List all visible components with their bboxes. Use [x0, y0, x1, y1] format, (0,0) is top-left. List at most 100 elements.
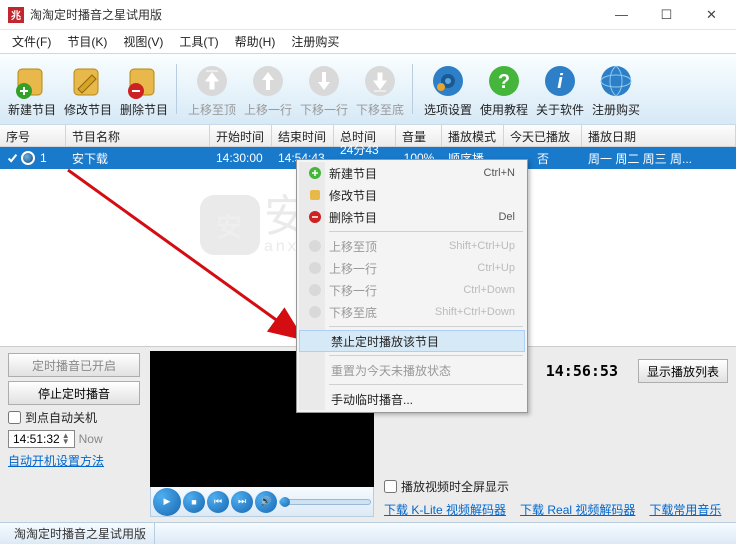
- mute-button[interactable]: 🔊: [255, 491, 277, 513]
- col-today[interactable]: 今天已播放: [504, 125, 582, 146]
- fullscreen-checkbox[interactable]: [384, 480, 397, 493]
- ctx-move-top[interactable]: 上移至顶Shift+Ctrl+Up: [299, 235, 525, 257]
- maximize-button[interactable]: ☐: [644, 1, 689, 29]
- col-start[interactable]: 开始时间: [210, 125, 272, 146]
- close-button[interactable]: ✕: [689, 1, 734, 29]
- register-button[interactable]: 注册购买: [588, 58, 644, 120]
- globe-icon: [598, 63, 634, 99]
- stop-button[interactable]: ■: [183, 491, 205, 513]
- svg-text:i: i: [557, 71, 563, 93]
- col-name[interactable]: 节目名称: [66, 125, 210, 146]
- col-vol[interactable]: 音量: [396, 125, 442, 146]
- context-separator: [329, 355, 523, 356]
- window-controls: — ☐ ✕: [599, 1, 734, 29]
- ctx-move-up[interactable]: 上移一行Ctrl+Up: [299, 257, 525, 279]
- help-icon: ?: [486, 63, 522, 99]
- options-button[interactable]: 选项设置: [420, 58, 476, 120]
- move-top-label: 上移至顶: [188, 101, 236, 118]
- tutorial-label: 使用教程: [480, 101, 528, 118]
- edit-program-label: 修改节目: [64, 101, 112, 118]
- row-checkbox[interactable]: [6, 152, 19, 165]
- auto-start-link[interactable]: 自动开机设置方法: [8, 452, 140, 469]
- ctx-move-bottom[interactable]: 下移至底Shift+Ctrl+Down: [299, 301, 525, 323]
- left-controls: 定时播音已开启 停止定时播音 到点自动关机 14:51:32 ▲▼ Now 自动…: [0, 347, 148, 522]
- menu-bar: 文件(F) 节目(K) 视图(V) 工具(T) 帮助(H) 注册购买: [0, 30, 736, 53]
- menu-file[interactable]: 文件(F): [4, 31, 59, 52]
- shutdown-time-spinner[interactable]: 14:51:32 ▲▼: [8, 430, 75, 448]
- arrow-down-icon: [306, 63, 342, 99]
- ctx-manual-play[interactable]: 手动临时播音...: [299, 388, 525, 410]
- context-separator: [329, 231, 523, 232]
- arrow-up-icon: [250, 63, 286, 99]
- move-top-button[interactable]: 上移至顶: [184, 58, 240, 120]
- auto-shutdown-label: 到点自动关机: [25, 409, 97, 426]
- ctx-new-program[interactable]: 新建节目Ctrl+N: [299, 162, 525, 184]
- music-link[interactable]: 下载常用音乐: [649, 501, 721, 518]
- menu-register[interactable]: 注册购买: [283, 31, 347, 52]
- window-title: 淘淘定时播音之星试用版: [30, 6, 599, 23]
- add-icon: [307, 165, 323, 181]
- title-bar: 兆 淘淘定时播音之星试用版 — ☐ ✕: [0, 0, 736, 30]
- new-program-button[interactable]: 新建节目: [4, 58, 60, 120]
- add-icon: [14, 63, 50, 99]
- menu-help[interactable]: 帮助(H): [227, 31, 284, 52]
- auto-shutdown-checkbox[interactable]: [8, 411, 21, 424]
- ctx-move-down[interactable]: 下移一行Ctrl+Down: [299, 279, 525, 301]
- delete-program-button[interactable]: 删除节目: [116, 58, 172, 120]
- delete-program-label: 删除节目: [120, 101, 168, 118]
- seek-thumb-icon[interactable]: [280, 497, 290, 507]
- cell-seq: 1: [40, 151, 47, 165]
- player-controls: ▶ ■ ⏮ ⏭ 🔊: [150, 487, 374, 517]
- play-indicator-icon: [21, 151, 35, 165]
- arrow-bottom-icon: [362, 63, 398, 99]
- real-link[interactable]: 下载 Real 视频解码器: [520, 501, 635, 518]
- minimize-button[interactable]: —: [599, 1, 644, 29]
- arrow-top-icon: [307, 238, 323, 254]
- cell-name: 安下载: [66, 150, 210, 167]
- move-bottom-button[interactable]: 下移至底: [352, 58, 408, 120]
- seek-bar[interactable]: [279, 499, 371, 505]
- status-text: 淘淘定时播音之星试用版: [6, 523, 155, 544]
- toolbar-separator: [412, 64, 416, 114]
- context-menu: 新建节目Ctrl+N 修改节目 删除节目Del 上移至顶Shift+Ctrl+U…: [296, 159, 528, 413]
- edit-icon: [307, 187, 323, 203]
- arrow-bottom-icon: [307, 304, 323, 320]
- ctx-forbid-schedule[interactable]: 禁止定时播放该节目: [299, 330, 525, 352]
- menu-tools[interactable]: 工具(T): [171, 31, 226, 52]
- arrow-up-icon: [307, 260, 323, 276]
- scheduled-status-button[interactable]: 定时播音已开启: [8, 353, 140, 377]
- stop-scheduled-button[interactable]: 停止定时播音: [8, 381, 140, 405]
- spin-buttons-icon[interactable]: ▲▼: [62, 433, 70, 445]
- delete-icon: [307, 209, 323, 225]
- move-up-button[interactable]: 上移一行: [240, 58, 296, 120]
- show-playlist-button[interactable]: 显示播放列表: [638, 359, 728, 383]
- edit-program-button[interactable]: 修改节目: [60, 58, 116, 120]
- ctx-reset-today[interactable]: 重置为今天未播放状态: [299, 359, 525, 381]
- svg-text:?: ?: [498, 71, 510, 93]
- gear-icon: [430, 63, 466, 99]
- menu-program[interactable]: 节目(K): [59, 31, 115, 52]
- col-mode[interactable]: 播放模式: [442, 125, 504, 146]
- klite-link[interactable]: 下载 K-Lite 视频解码器: [384, 501, 506, 518]
- options-label: 选项设置: [424, 101, 472, 118]
- new-program-label: 新建节目: [8, 101, 56, 118]
- arrow-down-icon: [307, 282, 323, 298]
- col-seq[interactable]: 序号: [0, 125, 66, 146]
- next-button[interactable]: ⏭: [231, 491, 253, 513]
- ctx-delete-program[interactable]: 删除节目Del: [299, 206, 525, 228]
- about-button[interactable]: i 关于软件: [532, 58, 588, 120]
- now-label: Now: [79, 432, 103, 446]
- move-down-button[interactable]: 下移一行: [296, 58, 352, 120]
- col-date[interactable]: 播放日期: [582, 125, 736, 146]
- tutorial-button[interactable]: ? 使用教程: [476, 58, 532, 120]
- register-label: 注册购买: [592, 101, 640, 118]
- toolbar: 新建节目 修改节目 删除节目 上移至顶 上移一行 下移一行 下移至底 选项设置 …: [0, 53, 736, 125]
- menu-view[interactable]: 视图(V): [115, 31, 171, 52]
- prev-button[interactable]: ⏮: [207, 491, 229, 513]
- app-icon: 兆: [8, 7, 24, 23]
- context-separator: [329, 326, 523, 327]
- play-button[interactable]: ▶: [153, 488, 181, 516]
- ctx-edit-program[interactable]: 修改节目: [299, 184, 525, 206]
- col-end[interactable]: 结束时间: [272, 125, 334, 146]
- watermark-badge-icon: 安: [200, 195, 260, 255]
